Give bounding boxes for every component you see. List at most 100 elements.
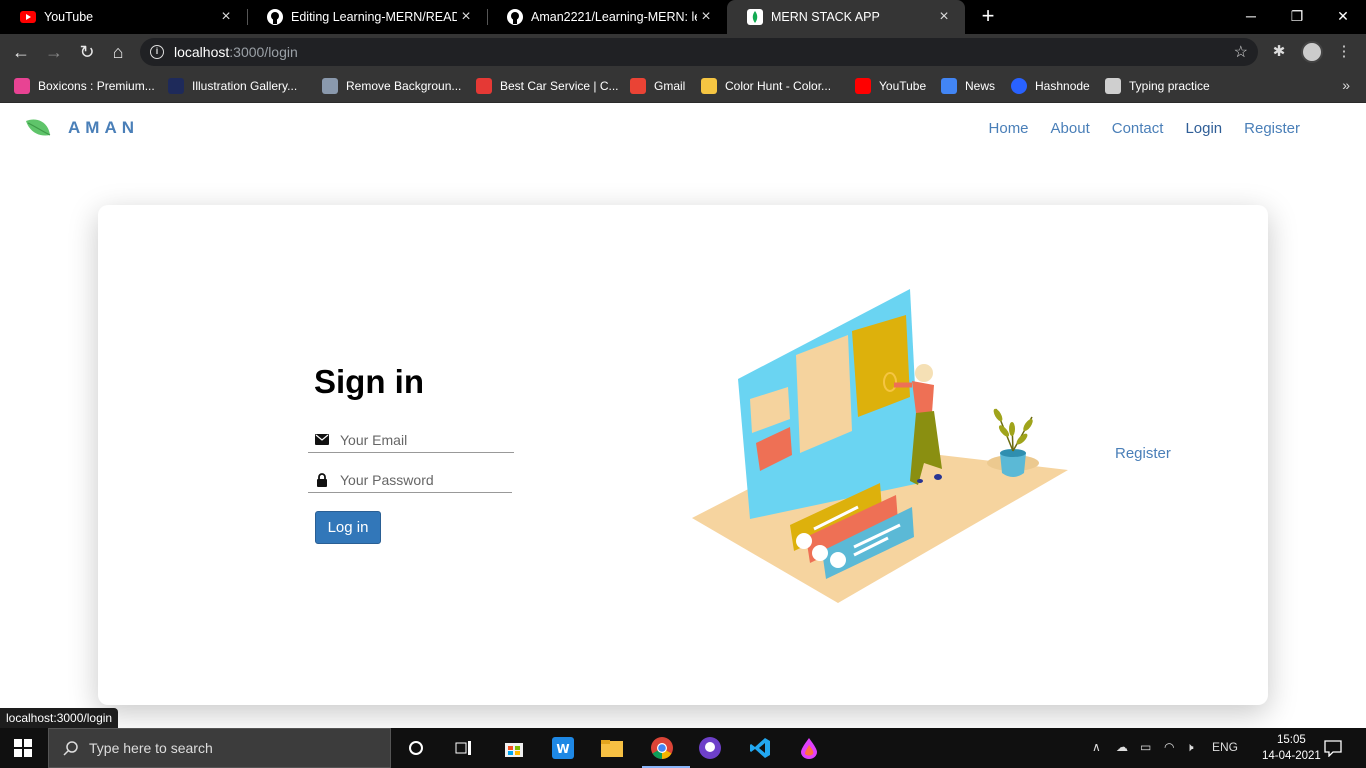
bookmark-label: News [965, 79, 996, 93]
nav-about[interactable]: About [1051, 120, 1090, 137]
clock-date: 14-04-2021 [1262, 750, 1321, 762]
profile-avatar[interactable] [1301, 41, 1323, 63]
reload-button[interactable]: ↻ [76, 41, 98, 63]
file-explorer-app[interactable] [592, 734, 632, 762]
browser-toolbar: ← → ↻ ⌂ i localhost:3000/login ☆ ✱ ⋮ [0, 34, 1366, 70]
bookmark-typing-practice[interactable]: Typing practice [1105, 76, 1210, 96]
register-link[interactable]: Register [1115, 445, 1171, 462]
tab-title: Editing Learning-MERN/README [291, 10, 457, 24]
bookmark-hashnode[interactable]: Hashnode [1011, 76, 1090, 96]
tab-mern-stack-app[interactable]: MERN STACK APP × [727, 0, 965, 34]
paint-app[interactable] [789, 734, 829, 762]
envelope-icon [314, 432, 330, 448]
tab-editing-readme[interactable]: Editing Learning-MERN/README × [247, 0, 487, 34]
bookmark-star-icon[interactable]: ☆ [1234, 42, 1248, 62]
forward-button[interactable]: → [43, 41, 65, 63]
bookmark-label: Color Hunt - Color... [725, 79, 832, 93]
chrome-app[interactable] [642, 734, 690, 768]
nav-home[interactable]: Home [989, 120, 1029, 137]
bookmark-news[interactable]: News [941, 76, 995, 96]
bookmark-color-hunt[interactable]: Color Hunt - Color... [701, 76, 831, 96]
new-tab-button[interactable]: + [977, 4, 999, 28]
wifi-icon[interactable]: ◠ [1164, 740, 1174, 754]
search-icon [63, 741, 78, 756]
site-info-icon[interactable]: i [150, 45, 164, 59]
colorhunt-icon [701, 78, 717, 94]
bookmark-gmail[interactable]: Gmail [630, 76, 685, 96]
task-view-icon [455, 741, 471, 755]
tab-learning-mern-repo[interactable]: Aman2221/Learning-MERN: learn × [487, 0, 727, 34]
close-icon[interactable]: × [217, 8, 235, 26]
github-desktop-app[interactable] [690, 734, 730, 762]
volume-muted-icon[interactable]: 🕨 [1186, 740, 1194, 755]
paint-drop-icon [801, 738, 817, 759]
wps-icon: W [552, 737, 574, 759]
tray-chevron-icon[interactable]: ∧ [1092, 740, 1101, 754]
ms-store-app[interactable] [494, 734, 534, 762]
web-page: AMAN Home About Contact Login Register S… [0, 103, 1366, 728]
bookmark-label: Boxicons : Premium... [38, 79, 155, 93]
url-path: :3000/login [229, 44, 298, 60]
address-bar[interactable]: i localhost:3000/login ☆ [140, 38, 1258, 66]
nav-login[interactable]: Login [1185, 120, 1222, 137]
windows-start-icon[interactable] [14, 739, 32, 757]
bookmark-boxicons[interactable]: Boxicons : Premium... [14, 76, 155, 96]
boxicons-icon [14, 78, 30, 94]
bookmark-label: Hashnode [1035, 79, 1090, 93]
bookmark-label: Remove Backgroun... [346, 79, 462, 93]
system-clock[interactable]: 15:05 14-04-2021 [1262, 732, 1321, 764]
google-news-icon [941, 78, 957, 94]
youtube-icon [855, 78, 871, 94]
bookmark-best-car-service[interactable]: Best Car Service | C... [476, 76, 618, 96]
vscode-app[interactable] [740, 734, 780, 762]
bookmark-label: YouTube [879, 79, 927, 93]
bookmark-illustration-gallery[interactable]: Illustration Gallery... [168, 76, 297, 96]
clock-time: 15:05 [1277, 734, 1306, 746]
close-window-button[interactable]: ✕ [1320, 4, 1366, 28]
bookmarks-overflow-icon[interactable]: » [1342, 77, 1350, 93]
main-nav: Home About Contact Login Register [967, 120, 1300, 137]
close-icon[interactable]: × [935, 8, 953, 26]
bookmark-label: Best Car Service | C... [500, 79, 619, 93]
email-input[interactable] [340, 431, 500, 448]
github-icon [507, 9, 523, 25]
tab-youtube[interactable]: YouTube × [0, 0, 247, 34]
close-icon[interactable]: × [697, 8, 715, 26]
password-input[interactable] [340, 471, 500, 488]
github-icon [267, 9, 283, 25]
minimize-button[interactable]: ─ [1228, 4, 1274, 28]
folder-icon [601, 740, 623, 757]
nav-register[interactable]: Register [1244, 120, 1300, 137]
chrome-icon [651, 737, 673, 759]
close-icon[interactable]: × [457, 8, 475, 26]
tab-title: YouTube [44, 10, 94, 24]
login-button[interactable]: Log in [315, 511, 381, 544]
back-button[interactable]: ← [10, 41, 32, 63]
signin-title: Sign in [314, 363, 424, 400]
restore-button[interactable]: ❐ [1274, 4, 1320, 28]
car-icon [476, 78, 492, 94]
vscode-icon [750, 738, 770, 758]
more-menu-icon[interactable]: ⋮ [1334, 42, 1354, 62]
language-indicator[interactable]: ENG [1212, 740, 1238, 754]
site-brand[interactable]: AMAN [24, 117, 139, 139]
notifications-icon[interactable] [1324, 739, 1342, 757]
wps-office-app[interactable]: W [543, 734, 583, 762]
bookmark-remove-background[interactable]: Remove Backgroun... [322, 76, 461, 96]
brand-name: AMAN [68, 118, 139, 137]
password-field [308, 467, 512, 493]
task-view-button[interactable] [444, 734, 484, 762]
bookmark-youtube[interactable]: YouTube [855, 76, 926, 96]
home-button[interactable]: ⌂ [107, 41, 129, 63]
nav-contact[interactable]: Contact [1112, 120, 1164, 137]
battery-icon[interactable]: ▭ [1140, 740, 1151, 754]
tab-strip: YouTube × Editing Learning-MERN/README ×… [0, 0, 1366, 34]
youtube-icon [20, 11, 36, 23]
signin-illustration [692, 289, 1068, 603]
extensions-puzzle-icon[interactable]: ✱ [1269, 42, 1289, 62]
cortana-button[interactable] [396, 734, 436, 762]
taskbar-search-box[interactable]: Type here to search [48, 728, 391, 768]
svg-text:W: W [556, 742, 569, 756]
onedrive-icon[interactable]: ☁ [1116, 740, 1128, 754]
status-bar-url: localhost:3000/login [0, 708, 119, 728]
